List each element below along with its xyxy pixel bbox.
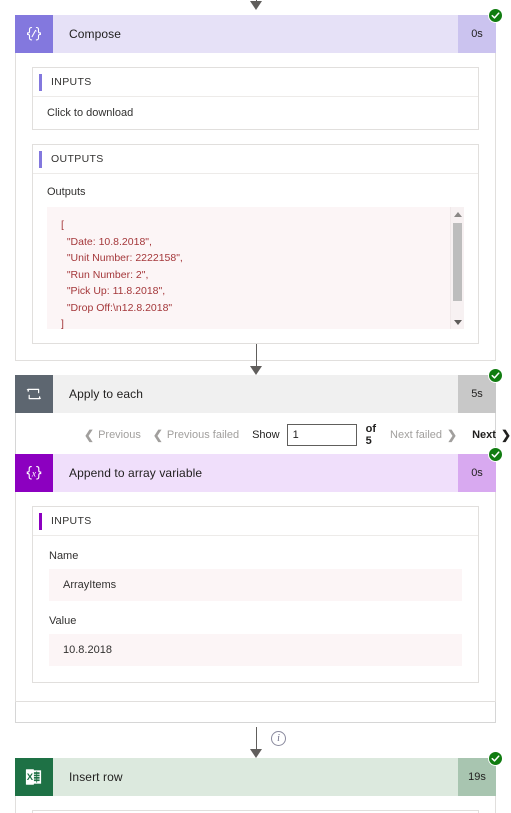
compose-outputs-code-text: [ "Date: 10.8.2018", "Unit Number: 22221… [61, 219, 183, 329]
variable-braces-x-icon: x [15, 454, 53, 492]
append-to-array-card-body: INPUTS Name ArrayItems Value 10.8.2018 [15, 492, 496, 702]
compose-outputs-panel: OUTPUTS Outputs [ "Date: 10.8.2018", "Un… [32, 144, 479, 344]
scrollbar-thumb[interactable] [453, 223, 462, 301]
insert-row-card-body [15, 796, 496, 813]
insert-row-card-title: Insert row [69, 770, 123, 784]
connector-arrow-to-apply-to-each [245, 344, 267, 376]
connector-arrow-to-compose [245, 0, 267, 10]
iteration-pagination-bar[interactable]: ❮ Previous ❮ Previous failed Show of 5 N… [84, 423, 511, 447]
flow-run-detail-panel: Compose 0s INPUTS Click to download OUTP… [0, 0, 511, 813]
svg-text:x: x [31, 469, 37, 479]
connector-arrow-to-insert-row [245, 727, 267, 759]
outputs-scrollbar[interactable] [450, 207, 464, 329]
pagination-page-input[interactable] [286, 424, 357, 446]
compose-card-body: INPUTS Click to download OUTPUTS Outputs… [15, 53, 496, 361]
apply-to-each-status-succeeded-icon [488, 368, 503, 383]
insert-row-card-header[interactable]: X Insert row 19s [15, 751, 503, 796]
compose-outputs-field-label: Outputs [47, 186, 86, 198]
apply-to-each-card-header[interactable]: Apply to each 5s [15, 368, 503, 413]
compose-outputs-label: OUTPUTS [51, 153, 104, 165]
compose-inputs-label: INPUTS [51, 76, 92, 88]
compose-inputs-download-link[interactable]: Click to download [33, 97, 478, 129]
pagination-next-label: Next [472, 429, 496, 441]
compose-status-succeeded-icon [488, 8, 503, 23]
pagination-previous-failed-button[interactable]: ❮ Previous failed [153, 428, 239, 442]
append-to-array-status-succeeded-icon [488, 447, 503, 462]
compose-outputs-header: OUTPUTS [33, 145, 478, 174]
compose-outputs-code-viewer[interactable]: [ "Date: 10.8.2018", "Unit Number: 22221… [47, 207, 464, 329]
append-to-array-card-header[interactable]: x Append to array variable 0s [15, 447, 503, 492]
scroll-up-arrow-icon[interactable] [451, 207, 464, 221]
pagination-previous-failed-label: Previous failed [166, 429, 240, 441]
append-to-array-inputs-header: INPUTS [33, 507, 478, 536]
action-card-compose[interactable]: Compose 0s INPUTS Click to download OUTP… [15, 8, 503, 361]
pagination-next-button[interactable]: Next ❯ [472, 428, 511, 442]
compose-inputs-header: INPUTS [33, 68, 478, 97]
pagination-next-failed-button[interactable]: Next failed ❯ [390, 428, 457, 442]
compose-inputs-panel: INPUTS Click to download [32, 67, 479, 130]
append-to-array-inputs-label: INPUTS [51, 515, 92, 527]
chevron-right-icon: ❯ [500, 428, 511, 442]
append-to-array-card-title: Append to array variable [69, 466, 203, 480]
compose-braces-icon [15, 15, 53, 53]
pagination-previous-button[interactable]: ❮ Previous [84, 428, 141, 442]
chevron-left-icon: ❮ [84, 428, 95, 442]
compose-card-header[interactable]: Compose 0s [15, 8, 503, 53]
action-card-append-to-array-variable[interactable]: x Append to array variable 0s INPUTS Nam… [15, 447, 503, 702]
append-name-field-label: Name [49, 550, 79, 562]
scope-bottom-border [15, 722, 496, 723]
loop-icon [15, 375, 53, 413]
pagination-next-failed-label: Next failed [390, 429, 443, 441]
append-name-field-value: ArrayItems [49, 569, 462, 601]
append-value-field-label: Value [49, 615, 77, 627]
info-circle-icon[interactable]: i [271, 731, 286, 746]
pagination-show-label: Show [252, 429, 280, 441]
chevron-right-failed-icon: ❯ [447, 428, 458, 442]
compose-card-title: Compose [69, 27, 122, 41]
insert-row-status-succeeded-icon [488, 751, 503, 766]
action-card-insert-row[interactable]: X Insert row 19s [15, 751, 503, 813]
excel-icon: X [15, 758, 53, 796]
apply-to-each-card-title: Apply to each [69, 387, 144, 401]
append-to-array-inputs-panel: INPUTS Name ArrayItems Value 10.8.2018 [32, 506, 479, 683]
chevron-left-failed-icon: ❮ [152, 428, 163, 442]
pagination-previous-label: Previous [98, 429, 141, 441]
action-card-apply-to-each[interactable]: Apply to each 5s [15, 368, 503, 413]
scrollbar-track[interactable] [451, 221, 464, 315]
svg-text:X: X [27, 772, 34, 783]
append-value-field-value: 10.8.2018 [49, 634, 462, 666]
pagination-of-count: of 5 [365, 423, 376, 447]
scroll-down-arrow-icon[interactable] [451, 315, 464, 329]
